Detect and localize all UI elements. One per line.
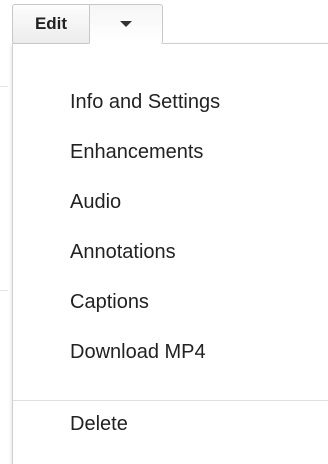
menu-item-info-and-settings[interactable]: Info and Settings <box>70 90 220 114</box>
menu-item-download-mp4[interactable]: Download MP4 <box>70 340 206 364</box>
menu-divider <box>13 400 328 401</box>
menu-item-annotations[interactable]: Annotations <box>70 240 176 264</box>
video-edit-dropdown-view: Edit Info and Settings Enhancements Audi… <box>0 0 328 464</box>
background-divider <box>0 290 8 291</box>
edit-dropdown-menu: Info and Settings Enhancements Audio Ann… <box>12 43 328 464</box>
edit-dropdown-toggle[interactable] <box>89 4 163 44</box>
menu-item-delete[interactable]: Delete <box>70 412 128 436</box>
caret-down-icon <box>120 21 132 27</box>
edit-button[interactable]: Edit <box>12 4 90 44</box>
menu-item-audio[interactable]: Audio <box>70 190 121 214</box>
menu-item-captions[interactable]: Captions <box>70 290 149 314</box>
edit-button-group: Edit <box>12 4 163 44</box>
background-divider <box>0 86 8 87</box>
menu-item-enhancements[interactable]: Enhancements <box>70 140 203 164</box>
